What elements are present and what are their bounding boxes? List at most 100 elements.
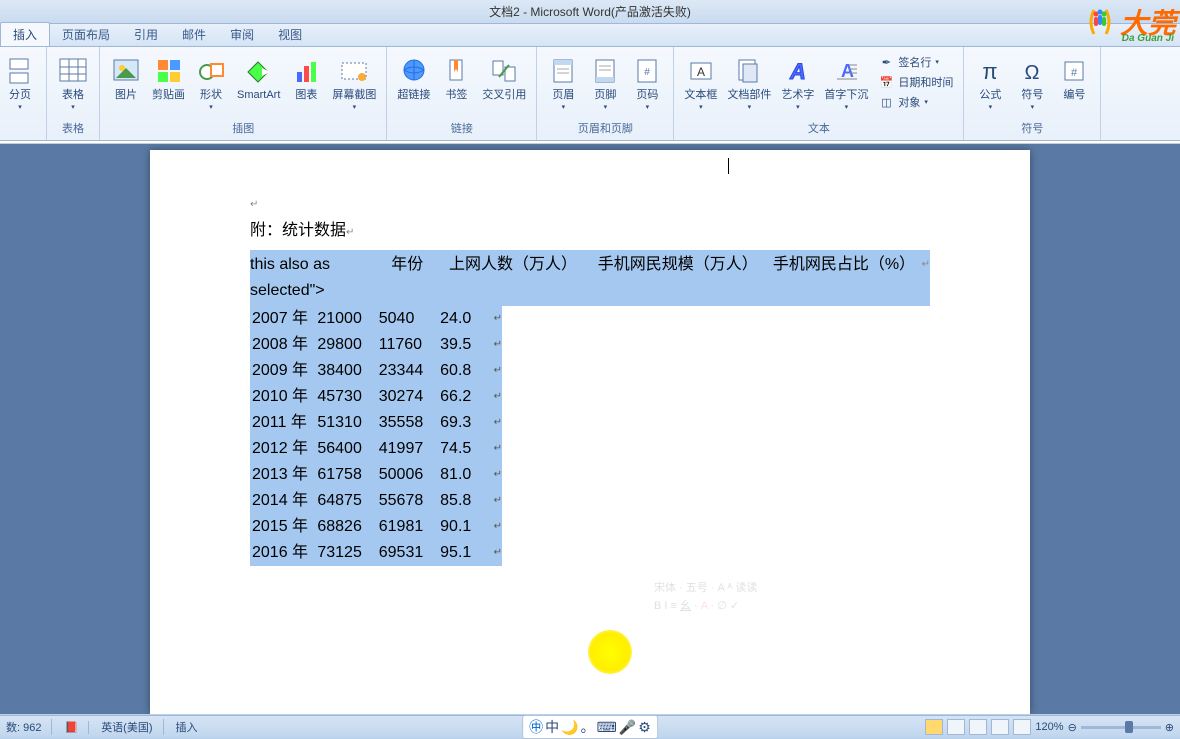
- view-draft[interactable]: [1013, 719, 1031, 735]
- cell-year[interactable]: 2015 年: [250, 514, 317, 540]
- wordart-button[interactable]: A 艺术字 ▾: [777, 53, 818, 113]
- tab-references[interactable]: 引用: [122, 23, 170, 46]
- zoom-slider[interactable]: [1081, 726, 1161, 729]
- cell-year[interactable]: 2009 年: [250, 358, 317, 384]
- cell-year[interactable]: 2011 年: [250, 410, 317, 436]
- view-web-layout[interactable]: [969, 719, 987, 735]
- cell-v1[interactable]: 45730: [317, 384, 378, 410]
- number-button[interactable]: # 编号: [1054, 53, 1094, 103]
- col-mobile[interactable]: 手机网民规模（万人）: [598, 252, 773, 304]
- cell-v1[interactable]: 64875: [317, 488, 378, 514]
- cell-v1[interactable]: 29800: [317, 332, 378, 358]
- cell-year[interactable]: 2013 年: [250, 462, 317, 488]
- equation-button[interactable]: π 公式 ▾: [970, 53, 1010, 113]
- insert-mode[interactable]: 插入: [176, 719, 198, 735]
- table-row[interactable]: 2012 年564004199774.5↵: [250, 436, 502, 462]
- cell-v2[interactable]: 41997: [379, 436, 440, 462]
- ime-cn-icon[interactable]: 中: [545, 717, 559, 737]
- cell-v2[interactable]: 55678: [379, 488, 440, 514]
- dropcap-button[interactable]: A 首字下沉 ▾: [820, 53, 872, 113]
- spellcheck-button[interactable]: 📕: [64, 721, 89, 734]
- language-button[interactable]: 英语(美国): [101, 719, 163, 735]
- ime-toolbar[interactable]: ㊥ 中 🌙 。 ⌨ 🎤 ⚙: [522, 715, 658, 739]
- cross-reference-button[interactable]: 交叉引用: [478, 53, 530, 103]
- cell-v3[interactable]: 39.5: [440, 332, 493, 358]
- object-button[interactable]: ◫对象 ▾: [874, 93, 957, 111]
- document-page[interactable]: ↵ 附：统计数据↵ this also as selected"> 年份 上网人…: [150, 150, 1030, 714]
- clipart-button[interactable]: 剪贴画: [148, 53, 189, 103]
- table-button[interactable]: 表格 ▾: [53, 53, 93, 113]
- table-row[interactable]: 2013 年617585000681.0↵: [250, 462, 502, 488]
- tab-mailings[interactable]: 邮件: [170, 23, 218, 46]
- tab-view[interactable]: 视图: [266, 23, 314, 46]
- cell-v1[interactable]: 51310: [317, 410, 378, 436]
- table-row[interactable]: 2015 年688266198190.1↵: [250, 514, 502, 540]
- smartart-button[interactable]: SmartArt: [233, 53, 284, 103]
- footer-button[interactable]: 页脚 ▾: [585, 53, 625, 113]
- document-area[interactable]: ↵ 附：统计数据↵ this also as selected"> 年份 上网人…: [0, 144, 1180, 714]
- tab-insert[interactable]: 插入: [0, 22, 50, 46]
- cell-v3[interactable]: 69.3: [440, 410, 493, 436]
- cell-v1[interactable]: 38400: [317, 358, 378, 384]
- tab-page-layout[interactable]: 页面布局: [50, 23, 122, 46]
- cell-v2[interactable]: 35558: [379, 410, 440, 436]
- cell-year[interactable]: 2016 年: [250, 540, 317, 566]
- hyperlink-button[interactable]: 超链接: [393, 53, 434, 103]
- date-time-button[interactable]: 📅日期和时间: [874, 73, 957, 91]
- header-button[interactable]: 页眉 ▾: [543, 53, 583, 113]
- cell-v1[interactable]: 68826: [317, 514, 378, 540]
- data-table[interactable]: this also as selected"> 年份 上网人数（万人） 手机网民…: [250, 250, 930, 566]
- cell-v1[interactable]: 56400: [317, 436, 378, 462]
- table-header-row[interactable]: this also as selected"> 年份 上网人数（万人） 手机网民…: [250, 250, 930, 306]
- ime-icon[interactable]: ㊥: [529, 717, 543, 737]
- table-row[interactable]: 2007 年21000504024.0↵: [250, 306, 502, 332]
- cell-v3[interactable]: 95.1: [440, 540, 493, 566]
- cell-year[interactable]: 2012 年: [250, 436, 317, 462]
- cell-v3[interactable]: 90.1: [440, 514, 493, 540]
- chart-button[interactable]: 图表: [286, 53, 326, 103]
- ime-punct-icon[interactable]: 。: [581, 717, 595, 737]
- cell-year[interactable]: 2010 年: [250, 384, 317, 410]
- cell-v2[interactable]: 23344: [379, 358, 440, 384]
- cell-v3[interactable]: 24.0: [440, 306, 493, 332]
- table-row[interactable]: 2014 年648755567885.8↵: [250, 488, 502, 514]
- cell-year[interactable]: 2014 年: [250, 488, 317, 514]
- cell-v2[interactable]: 30274: [379, 384, 440, 410]
- cell-v2[interactable]: 5040: [379, 306, 440, 332]
- table-row[interactable]: 2010 年457303027466.2↵: [250, 384, 502, 410]
- cell-v3[interactable]: 74.5: [440, 436, 493, 462]
- picture-button[interactable]: 图片: [106, 53, 146, 103]
- ime-moon-icon[interactable]: 🌙: [561, 719, 578, 736]
- col-year[interactable]: 年份: [389, 252, 449, 304]
- col-users[interactable]: 上网人数（万人）: [449, 252, 598, 304]
- cell-v1[interactable]: 21000: [317, 306, 378, 332]
- cell-v3[interactable]: 85.8: [440, 488, 493, 514]
- cell-v1[interactable]: 73125: [317, 540, 378, 566]
- page-break-button[interactable]: 分页 ▾: [0, 53, 40, 113]
- symbol-button[interactable]: Ω 符号 ▾: [1012, 53, 1052, 113]
- tab-review[interactable]: 审阅: [218, 23, 266, 46]
- view-full-screen[interactable]: [947, 719, 965, 735]
- cell-v3[interactable]: 81.0: [440, 462, 493, 488]
- table-row[interactable]: 2016 年731256953195.1↵: [250, 540, 502, 566]
- table-row[interactable]: 2008 年298001176039.5↵: [250, 332, 502, 358]
- page-number-button[interactable]: # 页码 ▾: [627, 53, 667, 113]
- cell-v2[interactable]: 50006: [379, 462, 440, 488]
- cell-v3[interactable]: 66.2: [440, 384, 493, 410]
- view-print-layout[interactable]: [925, 719, 943, 735]
- cell-v2[interactable]: 11760: [379, 332, 440, 358]
- textbox-button[interactable]: A 文本框 ▾: [680, 53, 721, 113]
- cell-year[interactable]: 2007 年: [250, 306, 317, 332]
- signature-line-button[interactable]: ✒签名行 ▾: [874, 53, 957, 71]
- cell-v3[interactable]: 60.8: [440, 358, 493, 384]
- table-row[interactable]: 2009 年384002334460.8↵: [250, 358, 502, 384]
- mini-toolbar[interactable]: 宋体 · 五号 · A ᴬ 读读 B I ≡ 幺 · A · ∅ ✓: [654, 577, 757, 615]
- ime-gear-icon[interactable]: ⚙: [638, 719, 651, 736]
- cell-v2[interactable]: 61981: [379, 514, 440, 540]
- word-count-value[interactable]: 962: [23, 722, 41, 734]
- ime-keyboard-icon[interactable]: ⌨: [597, 719, 617, 736]
- bookmark-button[interactable]: 书签: [436, 53, 476, 103]
- quickparts-button[interactable]: 文档部件 ▾: [723, 53, 775, 113]
- cell-v1[interactable]: 61758: [317, 462, 378, 488]
- view-outline[interactable]: [991, 719, 1009, 735]
